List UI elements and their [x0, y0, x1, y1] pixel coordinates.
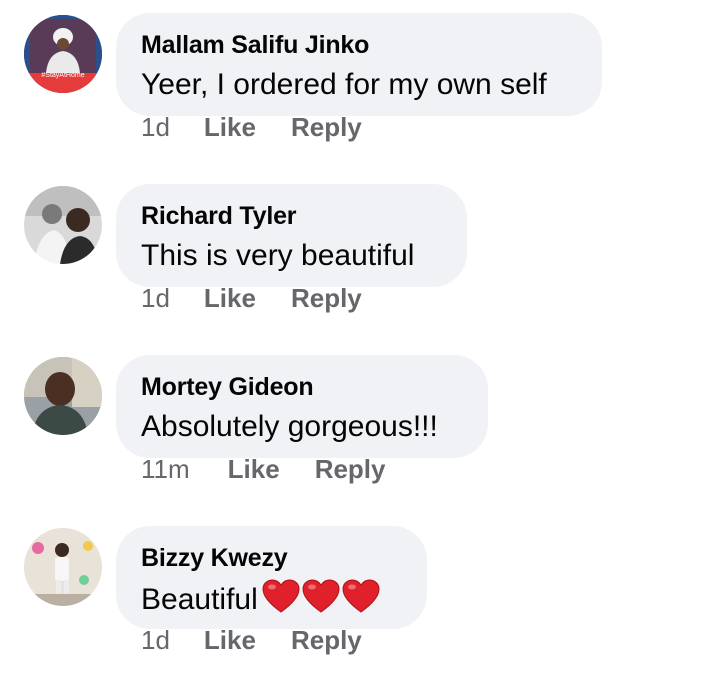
comment-author[interactable]: Bizzy Kwezy	[141, 543, 402, 573]
comment-item: #StayAtHome Mallam Salifu Jinko Yeer, I …	[0, 0, 719, 171]
avatar-label: #StayAtHome	[41, 72, 85, 79]
comment-timestamp[interactable]: 1d	[141, 110, 170, 144]
comment-timestamp[interactable]: 11m	[141, 452, 190, 486]
comment-bubble: Richard Tyler This is very beautiful	[116, 184, 467, 287]
avatar[interactable]	[24, 528, 102, 606]
comment-author[interactable]: Richard Tyler	[141, 201, 442, 231]
comment-timestamp[interactable]: 1d	[141, 281, 170, 315]
comment-item: Richard Tyler This is very beautiful 1d …	[0, 171, 719, 342]
reply-button[interactable]: Reply	[291, 281, 362, 315]
comment-timestamp[interactable]: 1d	[141, 623, 170, 657]
red-heart-emoji-icon	[262, 579, 382, 625]
comment-text: Absolutely gorgeous!!!	[141, 410, 438, 443]
comment-text-body: Beautiful	[141, 583, 258, 616]
comment-text: Beautiful	[141, 579, 402, 625]
comment-actions: 1d Like Reply	[141, 110, 397, 144]
reply-button[interactable]: Reply	[291, 623, 362, 657]
reply-button[interactable]: Reply	[315, 452, 386, 486]
comment-actions: 1d Like Reply	[141, 623, 397, 657]
comment-bubble: Mallam Salifu Jinko Yeer, I ordered for …	[116, 13, 602, 116]
like-button[interactable]: Like	[228, 452, 280, 486]
comment-author[interactable]: Mortey Gideon	[141, 372, 463, 402]
comment-bubble: Mortey Gideon Absolutely gorgeous!!!	[116, 355, 488, 458]
like-button[interactable]: Like	[204, 110, 256, 144]
like-button[interactable]: Like	[204, 281, 256, 315]
comment-actions: 11m Like Reply	[141, 452, 421, 486]
like-button[interactable]: Like	[204, 623, 256, 657]
comment-item: Bizzy Kwezy Beautiful 1d Like Reply	[0, 513, 719, 684]
avatar[interactable]: #StayAtHome	[24, 15, 102, 93]
comment-bubble: Bizzy Kwezy Beautiful	[116, 526, 427, 629]
avatar[interactable]	[24, 357, 102, 435]
comment-author[interactable]: Mallam Salifu Jinko	[141, 30, 577, 60]
comment-actions: 1d Like Reply	[141, 281, 397, 315]
comment-text: This is very beautiful	[141, 239, 415, 272]
avatar[interactable]	[24, 186, 102, 264]
reply-button[interactable]: Reply	[291, 110, 362, 144]
comment-text: Yeer, I ordered for my own self	[141, 68, 547, 101]
comment-item: Mortey Gideon Absolutely gorgeous!!! 11m…	[0, 342, 719, 513]
